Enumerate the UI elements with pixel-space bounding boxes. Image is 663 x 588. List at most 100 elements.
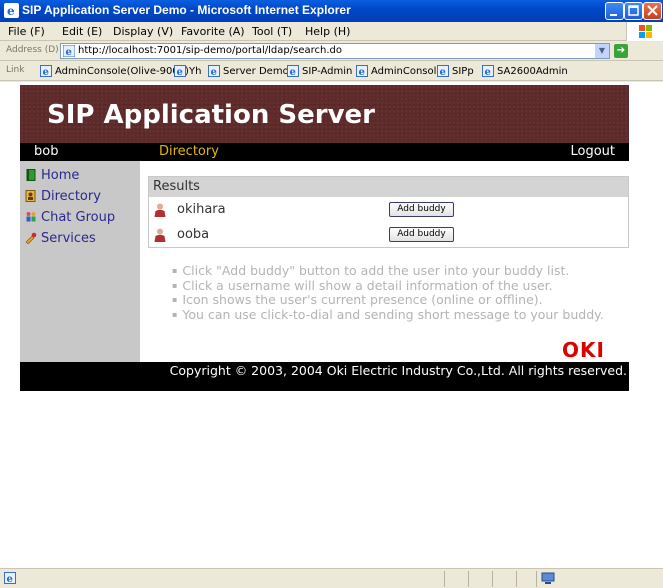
add-buddy-button[interactable]: Add buddy bbox=[389, 227, 454, 242]
menu-help[interactable]: Help (H) bbox=[305, 25, 350, 38]
hint-item: Click a username will show a detail info… bbox=[172, 278, 632, 294]
link-item[interactable]: e Yh bbox=[174, 63, 201, 79]
book-icon bbox=[26, 169, 36, 181]
services-icon bbox=[25, 232, 37, 244]
link-item[interactable]: e AdminConsole(Olive-9001) bbox=[40, 63, 189, 79]
close-icon bbox=[647, 5, 658, 16]
hint-item: You can use click-to-dial and sending sh… bbox=[172, 307, 632, 323]
link-label: SIPp bbox=[452, 65, 474, 77]
user-presence-icon bbox=[154, 203, 166, 217]
address-bar: Address (D) e http://localhost:7001/sip-… bbox=[0, 41, 663, 61]
sidebar-item-label: Chat Group bbox=[41, 209, 116, 225]
menu-bar: File (F) Edit (E) Display (V) Favorite (… bbox=[0, 22, 663, 41]
ie-page-icon: e bbox=[356, 65, 368, 77]
svg-text:e: e bbox=[485, 67, 491, 77]
sidebar-item-directory[interactable]: Directory bbox=[25, 187, 101, 205]
username-link[interactable]: ooba bbox=[177, 227, 209, 242]
link-item[interactable]: e SA2600Admin bbox=[482, 63, 568, 79]
status-divider bbox=[468, 571, 469, 587]
sidebar-item-chat-group[interactable]: Chat Group bbox=[25, 208, 115, 226]
status-divider bbox=[444, 571, 445, 587]
hint-item: Icon shows the user's current presence (… bbox=[172, 292, 632, 308]
help-hints: Click "Add buddy" button to add the user… bbox=[172, 263, 632, 323]
ie-page-icon: e bbox=[174, 65, 186, 77]
link-label: SA2600Admin bbox=[497, 65, 568, 77]
hint-item: Click "Add buddy" button to add the user… bbox=[172, 263, 632, 279]
ie-page-icon: e bbox=[208, 65, 220, 77]
address-url: http://localhost:7001/sip-demo/portal/ld… bbox=[78, 45, 342, 56]
group-icon bbox=[26, 212, 36, 222]
username-link[interactable]: okihara bbox=[177, 202, 226, 217]
intranet-zone-icon bbox=[541, 572, 555, 584]
address-label: Address (D) bbox=[6, 45, 59, 55]
window-title: SIP Application Server Demo - Microsoft … bbox=[22, 3, 351, 17]
svg-text:e: e bbox=[43, 67, 49, 77]
ie-page-icon: e bbox=[437, 65, 449, 77]
sidebar: Home Directory Chat Group Services bbox=[20, 161, 140, 362]
windows-flag-icon bbox=[639, 25, 652, 38]
status-divider bbox=[516, 571, 517, 587]
link-label: Server Demo bbox=[223, 65, 289, 77]
user-presence-icon bbox=[154, 228, 166, 242]
minimize-button[interactable] bbox=[605, 2, 624, 20]
close-button[interactable] bbox=[643, 2, 662, 20]
maximize-icon bbox=[628, 5, 639, 16]
current-section: Directory bbox=[159, 144, 219, 159]
footer: Copyright © 2003, 2004 Oki Electric Indu… bbox=[20, 362, 629, 391]
links-label: Link bbox=[6, 65, 25, 75]
current-username: bob bbox=[34, 144, 59, 159]
ie-page-icon: e bbox=[287, 65, 299, 77]
ie-page-icon: e bbox=[63, 45, 75, 57]
status-bar: e bbox=[0, 568, 663, 588]
address-input[interactable]: e http://localhost:7001/sip-demo/portal/… bbox=[60, 43, 610, 59]
sidebar-item-label: Home bbox=[41, 167, 80, 183]
svg-text:e: e bbox=[290, 67, 296, 77]
svg-text:e: e bbox=[211, 67, 217, 77]
svg-text:e: e bbox=[7, 574, 13, 584]
menu-edit[interactable]: Edit (E) bbox=[62, 25, 102, 38]
sidebar-item-services[interactable]: Services bbox=[25, 229, 96, 247]
internet-explorer-icon: e bbox=[4, 3, 19, 18]
link-item[interactable]: e Server Demo bbox=[208, 63, 289, 79]
link-label: AdminConsole(Olive-9001) bbox=[55, 65, 189, 77]
ie-page-icon: e bbox=[482, 65, 494, 77]
maximize-button[interactable] bbox=[624, 2, 643, 20]
browser-viewport: SIP Application Server bob Directory Log… bbox=[0, 82, 663, 568]
site-title: SIP Application Server bbox=[47, 100, 375, 130]
svg-text:e: e bbox=[66, 47, 72, 57]
link-label: SIP-Admin bbox=[302, 65, 353, 77]
windows-logo bbox=[626, 22, 663, 41]
link-item[interactable]: e SIP-Admin bbox=[287, 63, 352, 79]
link-item[interactable]: e AdminConsole bbox=[356, 63, 443, 79]
link-item[interactable]: e SIPp bbox=[437, 63, 474, 79]
menu-display[interactable]: Display (V) bbox=[113, 25, 173, 38]
add-buddy-button[interactable]: Add buddy bbox=[389, 202, 454, 217]
oki-logo: OKI bbox=[562, 338, 605, 362]
minimize-icon bbox=[610, 14, 617, 16]
logout-link[interactable]: Logout bbox=[570, 144, 615, 159]
go-button[interactable]: ➔ bbox=[614, 44, 628, 58]
menu-file[interactable]: File (F) bbox=[8, 25, 45, 38]
link-label: AdminConsole bbox=[371, 65, 443, 77]
status-divider bbox=[536, 571, 537, 587]
svg-text:e: e bbox=[440, 67, 446, 77]
top-navbar: bob Directory Logout bbox=[20, 143, 629, 161]
svg-text:e: e bbox=[7, 4, 15, 18]
chevron-down-icon: ▼ bbox=[598, 46, 606, 55]
status-divider bbox=[492, 571, 493, 587]
link-label: Yh bbox=[189, 65, 202, 77]
menu-tool[interactable]: Tool (T) bbox=[252, 25, 292, 38]
title-bar: e SIP Application Server Demo - Microsof… bbox=[0, 0, 663, 22]
copyright-text: Copyright © 2003, 2004 Oki Electric Indu… bbox=[169, 363, 627, 378]
ie-page-icon: e bbox=[4, 572, 16, 584]
svg-text:e: e bbox=[177, 67, 183, 77]
table-row: okihara Add buddy bbox=[149, 198, 628, 222]
go-arrow-icon: ➔ bbox=[616, 45, 626, 56]
svg-text:e: e bbox=[359, 67, 365, 77]
results-panel: Results okihara Add buddy ooba Add buddy bbox=[148, 176, 629, 248]
table-row: ooba Add buddy bbox=[149, 223, 628, 247]
address-dropdown[interactable]: ▼ bbox=[595, 44, 609, 58]
results-title: Results bbox=[149, 177, 628, 197]
menu-favorite[interactable]: Favorite (A) bbox=[181, 25, 245, 38]
sidebar-item-home[interactable]: Home bbox=[25, 166, 79, 184]
